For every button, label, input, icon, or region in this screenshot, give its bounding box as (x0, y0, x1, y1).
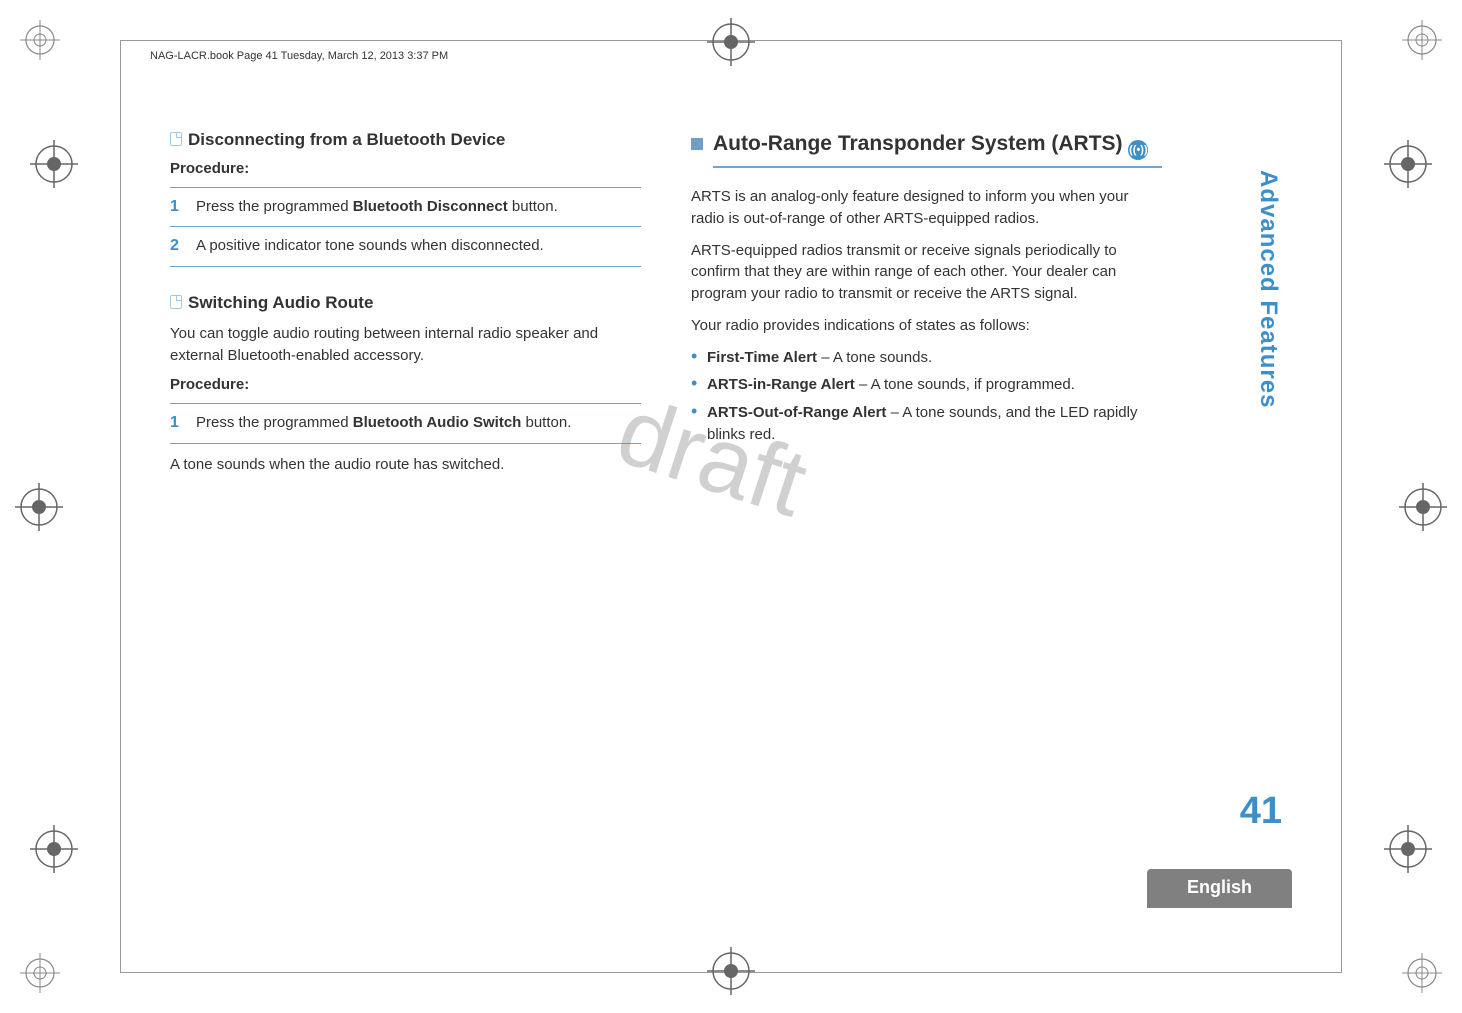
registration-mark-icon (30, 140, 78, 188)
alert-list: First-Time Alert – A tone sounds. ARTS-i… (691, 347, 1162, 446)
registration-mark-icon (1384, 140, 1432, 188)
paragraph: You can toggle audio routing between int… (170, 323, 641, 367)
heading-text: Disconnecting from a Bluetooth Device (188, 130, 505, 149)
list-item: ARTS-Out-of-Range Alert – A tone sounds,… (691, 402, 1162, 446)
step-number: 1 (170, 412, 184, 434)
step-number: 1 (170, 196, 184, 218)
step-text: Press the programmed Bluetooth Audio Swi… (196, 412, 571, 434)
document-icon (170, 132, 182, 146)
paragraph: Your radio provides indications of state… (691, 315, 1162, 337)
step-1: 1 Press the programmed Bluetooth Disconn… (170, 190, 641, 224)
list-item: First-Time Alert – A tone sounds. (691, 347, 1162, 369)
heading-text: Switching Audio Route (188, 293, 373, 312)
step-number: 2 (170, 235, 184, 257)
registration-mark-icon (707, 947, 755, 995)
book-header: NAG-LACR.book Page 41 Tuesday, March 12,… (150, 50, 448, 62)
content-area: Disconnecting from a Bluetooth Device Pr… (170, 130, 1162, 883)
registration-mark-icon (1384, 825, 1432, 873)
registration-mark-icon (707, 18, 755, 66)
step-2: 2 A positive indicator tone sounds when … (170, 229, 641, 263)
paragraph: A tone sounds when the audio route has s… (170, 454, 641, 476)
paragraph: ARTS is an analog-only feature designed … (691, 186, 1162, 230)
step-text: Press the programmed Bluetooth Disconnec… (196, 196, 558, 218)
page-number: 41 (1240, 790, 1282, 833)
crop-mark-icon (1402, 953, 1442, 993)
step-text: A positive indicator tone sounds when di… (196, 235, 544, 257)
list-item: ARTS-in-Range Alert – A tone sounds, if … (691, 374, 1162, 396)
heading-text: Auto-Range Transponder System (ARTS) ((•… (713, 130, 1162, 160)
crop-mark-icon (20, 20, 60, 60)
procedure-label: Procedure: (170, 376, 641, 393)
crop-mark-icon (1402, 20, 1442, 60)
switching-heading: Switching Audio Route (170, 293, 641, 313)
antenna-icon: ((•)) (1128, 140, 1148, 160)
procedure-label: Procedure: (170, 160, 641, 177)
crop-mark-icon (20, 953, 60, 993)
language-tab: English (1147, 869, 1292, 908)
step-1b: 1 Press the programmed Bluetooth Audio S… (170, 406, 641, 440)
arts-heading: Auto-Range Transponder System (ARTS) ((•… (691, 130, 1162, 160)
square-bullet-icon (691, 138, 703, 150)
right-column: Auto-Range Transponder System (ARTS) ((•… (691, 130, 1162, 883)
document-icon (170, 295, 182, 309)
section-tab: Advanced Features (1254, 170, 1282, 408)
registration-mark-icon (15, 483, 63, 531)
registration-mark-icon (30, 825, 78, 873)
disconnect-heading: Disconnecting from a Bluetooth Device (170, 130, 641, 150)
paragraph: ARTS-equipped radios transmit or receive… (691, 240, 1162, 305)
left-column: Disconnecting from a Bluetooth Device Pr… (170, 130, 641, 883)
registration-mark-icon (1399, 483, 1447, 531)
